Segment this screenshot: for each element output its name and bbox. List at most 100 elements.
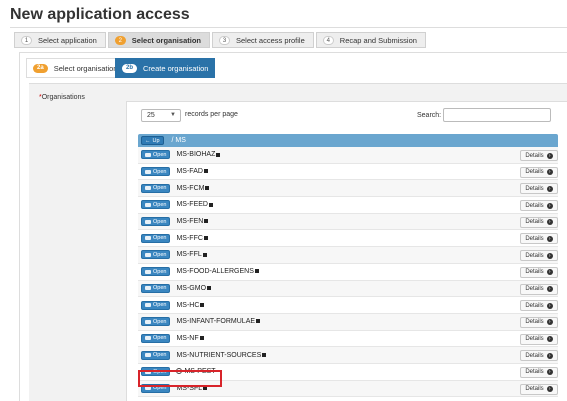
open-button[interactable]: Open bbox=[141, 317, 171, 327]
organisation-name[interactable]: MS-SFL bbox=[176, 384, 208, 392]
details-button[interactable]: Details › bbox=[520, 250, 558, 262]
step-select-access-profile[interactable]: 3 Select access profile bbox=[211, 32, 314, 48]
organisation-name[interactable]: MS-NUTRIENT-SOURCES bbox=[176, 351, 267, 359]
chevron-right-icon: › bbox=[546, 202, 553, 209]
open-button-label: Open bbox=[153, 285, 167, 292]
organisation-name[interactable]: MS-BIOHAZ bbox=[176, 151, 221, 158]
details-button[interactable]: Details › bbox=[520, 183, 558, 195]
details-button[interactable]: Details › bbox=[520, 283, 558, 295]
open-button[interactable]: Open bbox=[141, 183, 171, 193]
details-button[interactable]: Details › bbox=[520, 166, 558, 178]
organisation-name[interactable]: MS-FCM bbox=[176, 185, 210, 192]
open-button[interactable]: Open bbox=[141, 367, 171, 377]
organisation-name[interactable]: MS-PEST bbox=[176, 368, 216, 375]
details-button[interactable]: Details › bbox=[520, 383, 558, 395]
radio-button[interactable] bbox=[176, 368, 183, 375]
open-button[interactable]: Open bbox=[141, 267, 171, 277]
organisation-name[interactable]: MS-FEN bbox=[176, 218, 209, 225]
open-button[interactable]: Open bbox=[141, 333, 171, 343]
organisations-label: *Organisations bbox=[39, 94, 85, 101]
open-button[interactable]: Open bbox=[141, 383, 171, 393]
step-number: 2 bbox=[114, 35, 126, 45]
details-button[interactable]: Details › bbox=[520, 350, 558, 362]
table-row: Open MS-SFL Details › bbox=[138, 380, 558, 398]
details-button[interactable]: Details › bbox=[520, 366, 558, 378]
details-button[interactable]: Details › bbox=[520, 216, 558, 228]
tab-create-organisation[interactable]: 2b Create organisation bbox=[115, 58, 216, 78]
up-button-label: Up bbox=[152, 137, 160, 144]
details-button-label: Details bbox=[525, 369, 544, 376]
folder-icon bbox=[145, 236, 151, 241]
step-label: Recap and Submission bbox=[339, 35, 417, 45]
details-button[interactable]: Details › bbox=[520, 150, 558, 161]
table-toolbar: 25 ▼ records per page Search: bbox=[135, 108, 567, 124]
details-button[interactable]: Details › bbox=[520, 200, 558, 212]
open-button[interactable]: Open bbox=[141, 350, 171, 360]
organisation-name[interactable]: MS-FFC bbox=[176, 235, 208, 242]
details-button[interactable]: Details › bbox=[520, 266, 558, 278]
chevron-right-icon: › bbox=[546, 235, 553, 242]
open-button[interactable]: Open bbox=[141, 150, 171, 160]
table-row: Open MS-FFC Details › bbox=[138, 230, 558, 248]
organisation-name[interactable]: MS-GMO bbox=[176, 285, 212, 292]
organisation-name-text: MS-SFL bbox=[176, 384, 203, 392]
search-label: Search: bbox=[417, 112, 442, 119]
organisations-table: 25 ▼ records per page Search: ← Up / MS O… bbox=[126, 101, 567, 401]
open-button-label: Open bbox=[153, 385, 167, 392]
tab-badge: 2a bbox=[33, 63, 48, 73]
form-area: *Organisations 25 ▼ records per page Sea… bbox=[29, 83, 567, 401]
status-square-icon bbox=[202, 252, 207, 257]
step-recap-submission[interactable]: 4 Recap and Submission bbox=[315, 32, 426, 48]
details-button[interactable]: Details › bbox=[520, 333, 558, 345]
status-square-icon bbox=[204, 219, 209, 224]
details-button[interactable]: Details › bbox=[520, 316, 558, 328]
open-button[interactable]: Open bbox=[141, 200, 171, 210]
page-title: New application access bbox=[10, 6, 190, 23]
organisation-name[interactable]: MS-HC bbox=[176, 302, 205, 309]
open-button[interactable]: Open bbox=[141, 217, 171, 227]
open-button[interactable]: Open bbox=[141, 167, 171, 177]
organisation-name-text: MS-NUTRIENT-SOURCES bbox=[176, 351, 262, 359]
step-label: Select organisation bbox=[131, 35, 201, 45]
tab-label: Select organisation bbox=[53, 63, 118, 73]
records-per-page-select[interactable]: 25 ▼ bbox=[141, 109, 181, 122]
folder-icon bbox=[145, 186, 151, 191]
open-button-label: Open bbox=[153, 368, 167, 375]
chevron-right-icon: › bbox=[546, 352, 553, 359]
details-button[interactable]: Details › bbox=[520, 233, 558, 245]
status-square-icon bbox=[207, 286, 212, 290]
tab-select-organisation[interactable]: 2a Select organisation bbox=[26, 58, 125, 78]
details-button-label: Details bbox=[525, 286, 544, 292]
open-button[interactable]: Open bbox=[141, 283, 171, 293]
step-select-organisation[interactable]: 2 Select organisation bbox=[107, 32, 210, 48]
folder-icon bbox=[145, 319, 151, 324]
organisation-name[interactable]: MS-FOOD-ALLERGENS bbox=[176, 268, 259, 275]
status-square-icon bbox=[254, 269, 259, 274]
chevron-right-icon: › bbox=[546, 269, 553, 276]
organisation-name[interactable]: MS-INFANT-FORMULAE bbox=[176, 318, 261, 325]
organisation-name[interactable]: MS-FAD bbox=[176, 168, 208, 175]
open-button[interactable]: Open bbox=[141, 250, 171, 260]
table-row: Open MS-PEST Details › bbox=[138, 364, 558, 381]
up-button[interactable]: ← Up bbox=[141, 136, 164, 145]
open-button-label: Open bbox=[153, 318, 167, 325]
step-number: 4 bbox=[322, 35, 334, 45]
step-number: 3 bbox=[218, 35, 230, 45]
search-input[interactable] bbox=[443, 108, 551, 122]
details-button[interactable]: Details › bbox=[520, 300, 558, 312]
table-row: Open MS-FCM Details › bbox=[138, 180, 558, 198]
organisation-name[interactable]: MS-NF bbox=[176, 335, 204, 342]
table-row: Open MS-NF Details › bbox=[138, 331, 558, 348]
organisation-name[interactable]: MS-FEED bbox=[176, 201, 213, 208]
wizard-steps: 1 Select application 2 Select organisati… bbox=[14, 32, 428, 48]
open-button-label: Open bbox=[153, 151, 167, 158]
chevron-right-icon: › bbox=[546, 302, 553, 309]
table-row: Open MS-HC Details › bbox=[138, 297, 558, 314]
step-select-application[interactable]: 1 Select application bbox=[14, 32, 106, 48]
open-button[interactable]: Open bbox=[141, 300, 171, 310]
tab-label: Create organisation bbox=[143, 63, 209, 73]
organisation-name[interactable]: MS-FFL bbox=[176, 251, 207, 258]
folder-icon bbox=[145, 369, 151, 374]
open-button[interactable]: Open bbox=[141, 233, 171, 243]
open-button-label: Open bbox=[153, 235, 167, 242]
